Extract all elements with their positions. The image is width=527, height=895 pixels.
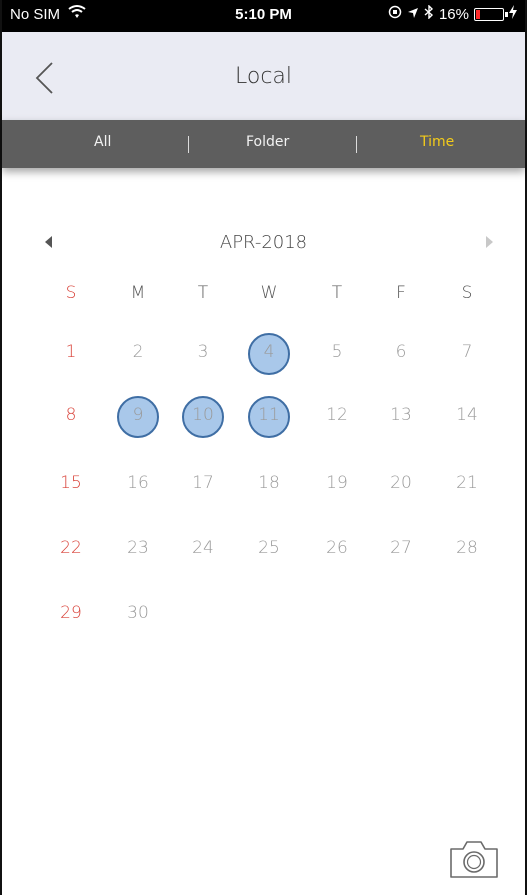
calendar-day[interactable]: 27 <box>368 538 434 558</box>
calendar-day[interactable]: 18 <box>236 473 302 493</box>
tab-time[interactable]: Time <box>420 134 454 150</box>
calendar-day-with-photos[interactable]: 9 <box>105 405 171 425</box>
battery-nub <box>505 11 508 17</box>
calendar-day[interactable]: 24 <box>170 538 236 558</box>
weekday-sat: S <box>461 283 473 303</box>
weekday-thu: T <box>331 283 343 303</box>
navigation-bar: Local <box>2 32 525 120</box>
app-frame: No SIM 5:10 PM 16% Local All Folder Time… <box>0 0 527 895</box>
charging-icon <box>509 5 517 23</box>
calendar-day[interactable]: 26 <box>304 538 370 558</box>
calendar-day[interactable]: 14 <box>434 405 500 425</box>
calendar-day[interactable]: 20 <box>368 473 434 493</box>
bluetooth-icon <box>424 4 434 23</box>
camera-icon[interactable] <box>448 836 500 880</box>
weekday-wed: W <box>260 283 278 303</box>
calendar-day[interactable]: 21 <box>434 473 500 493</box>
location-icon <box>407 6 419 23</box>
calendar-day[interactable]: 5 <box>304 342 370 362</box>
calendar-day-with-photos[interactable]: 10 <box>170 405 236 425</box>
weekday-mon: M <box>130 283 146 303</box>
calendar-day[interactable]: 16 <box>105 473 171 493</box>
calendar-day[interactable]: 29 <box>38 603 104 623</box>
tab-folder[interactable]: Folder <box>246 134 289 150</box>
calendar-day[interactable]: 23 <box>105 538 171 558</box>
calendar-day[interactable]: 7 <box>434 342 500 362</box>
weekday-fri: F <box>396 283 406 303</box>
tab-divider <box>188 136 189 153</box>
battery-icon <box>474 7 508 21</box>
tab-all[interactable]: All <box>94 134 111 150</box>
calendar-day[interactable]: 3 <box>170 342 236 362</box>
calendar-day[interactable]: 17 <box>170 473 236 493</box>
view-tabs: All Folder Time <box>2 120 525 168</box>
calendar-day[interactable]: 15 <box>38 473 104 493</box>
calendar-day[interactable]: 6 <box>368 342 434 362</box>
calendar-day[interactable]: 25 <box>236 538 302 558</box>
status-right: 16% <box>388 4 517 23</box>
calendar-day-with-photos[interactable]: 11 <box>236 405 302 425</box>
calendar-day[interactable]: 1 <box>38 342 104 362</box>
calendar-day[interactable]: 8 <box>38 405 104 425</box>
month-label: APR-2018 <box>219 232 308 253</box>
calendar-day[interactable]: 30 <box>105 603 171 623</box>
prev-month-icon[interactable] <box>45 236 52 248</box>
battery-level <box>476 9 480 19</box>
rotation-lock-icon <box>388 5 402 23</box>
calendar-day[interactable]: 22 <box>38 538 104 558</box>
battery-percent: 16% <box>438 5 469 23</box>
calendar-day-with-photos[interactable]: 4 <box>236 342 302 362</box>
calendar-day[interactable]: 13 <box>368 405 434 425</box>
calendar-day[interactable]: 28 <box>434 538 500 558</box>
calendar-day[interactable]: 19 <box>304 473 370 493</box>
page-title: Local <box>234 64 293 89</box>
month-header: APR-2018 <box>2 232 525 256</box>
weekday-tue: T <box>197 283 209 303</box>
tab-divider <box>356 136 357 153</box>
next-month-icon[interactable] <box>486 236 493 248</box>
weekday-sun: S <box>65 283 77 303</box>
status-bar: No SIM 5:10 PM 16% <box>2 0 525 32</box>
calendar-day[interactable]: 12 <box>304 405 370 425</box>
calendar-day[interactable]: 2 <box>105 342 171 362</box>
